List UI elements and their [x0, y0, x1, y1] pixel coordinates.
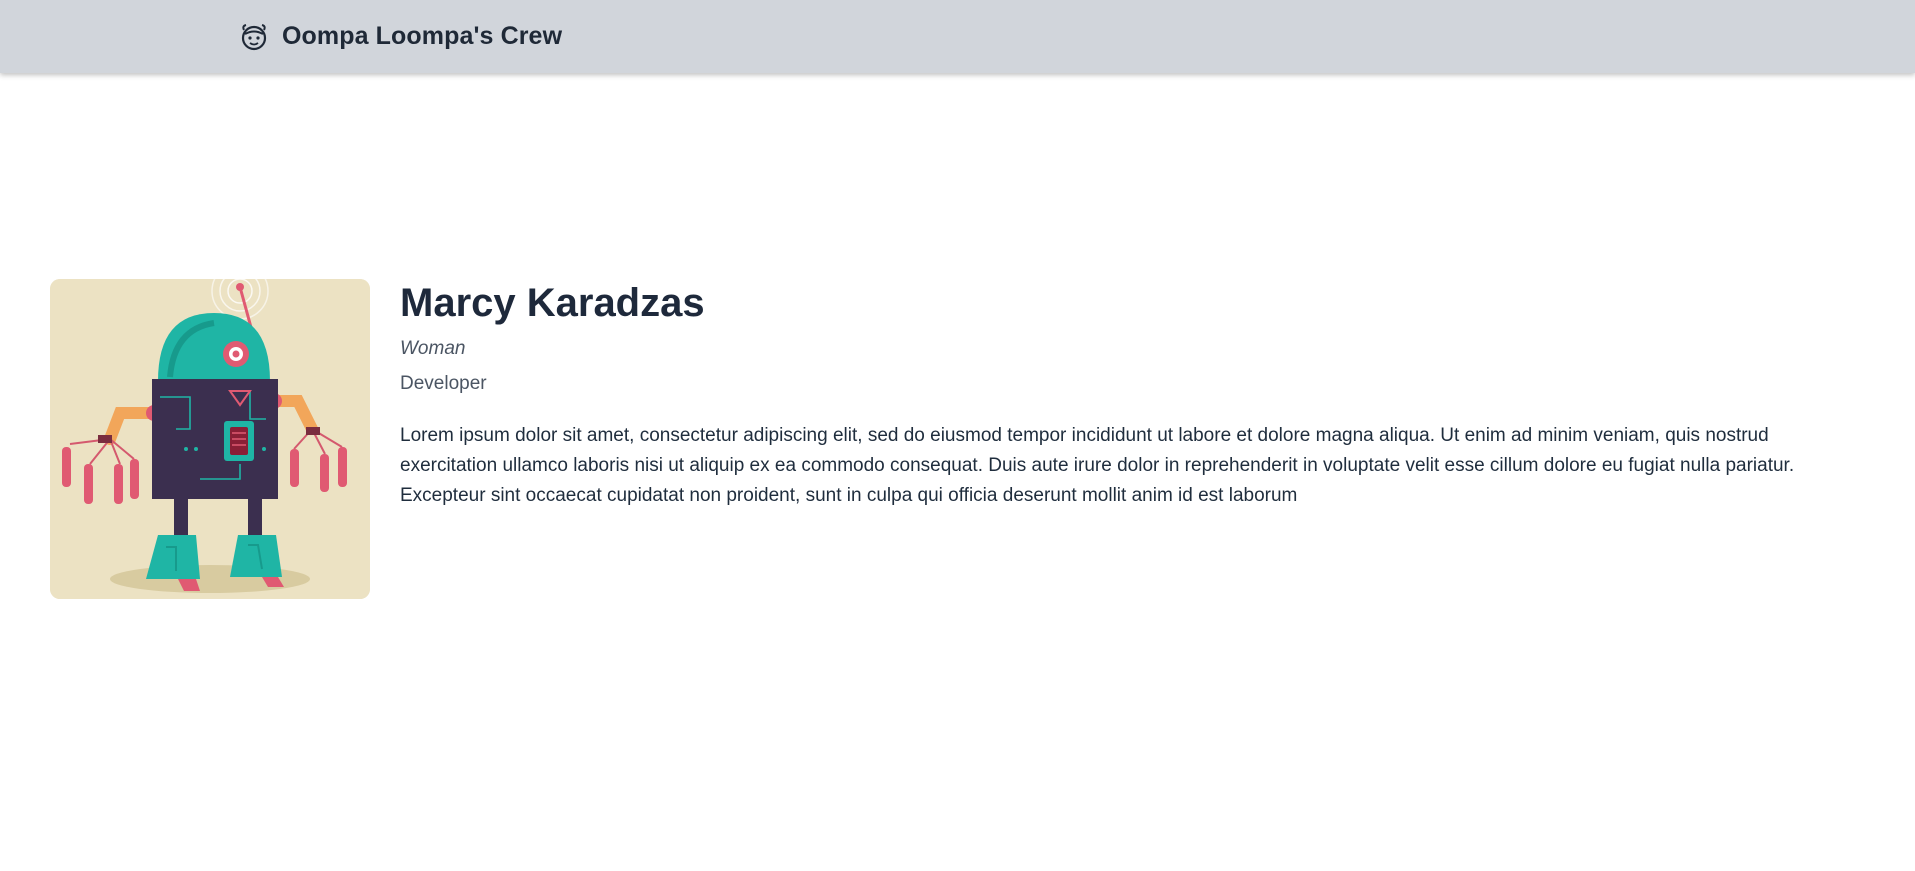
robot-illustration — [50, 279, 370, 599]
profile-profession: Developer — [400, 373, 487, 394]
app-title: Oompa Loompa's Crew — [282, 22, 563, 50]
profile-gender: Woman — [400, 338, 466, 359]
profile-name: Marcy Karadzas — [400, 281, 705, 325]
oompa-loompa-face-icon — [238, 21, 270, 53]
profile-detail: Marcy Karadzas Woman Developer Lorem ips… — [50, 279, 1860, 599]
brand-home-link[interactable]: Oompa Loompa's Crew — [238, 21, 562, 53]
profile-image — [50, 279, 370, 599]
profile-description: Lorem ipsum dolor sit amet, consectetur … — [400, 425, 1795, 506]
top-navbar: Oompa Loompa's Crew — [0, 0, 1915, 73]
profile-info: Marcy Karadzas Woman Developer Lorem ips… — [400, 279, 1860, 530]
